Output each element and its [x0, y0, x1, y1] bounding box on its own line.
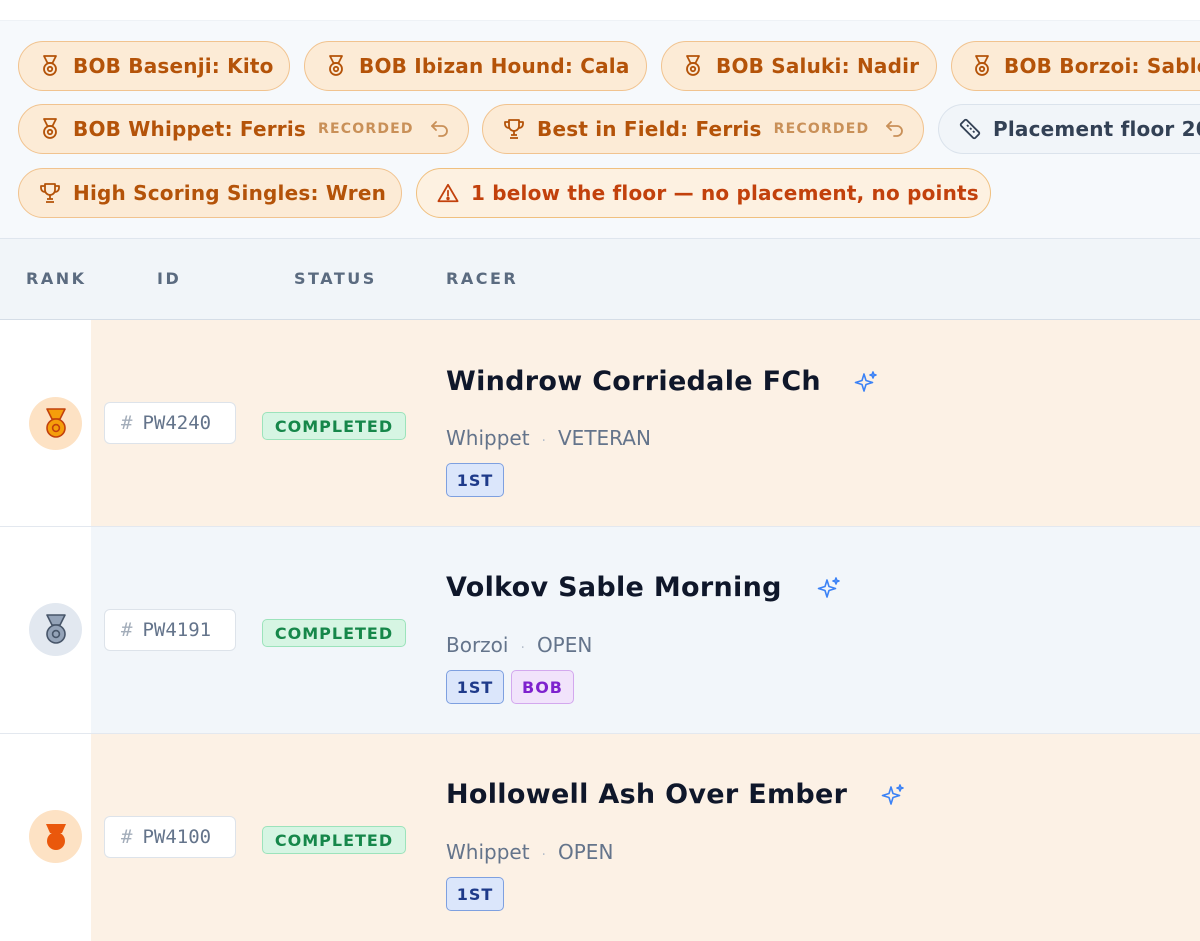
- placement-tag: 1ST: [446, 670, 504, 704]
- medal-icon: [682, 55, 704, 77]
- bob-tag: BOB: [511, 670, 574, 704]
- award-chip-bob-basenji[interactable]: BOB Basenji: Kito: [18, 41, 290, 91]
- table-row[interactable]: # PW4240 COMPLETED Windrow Corriedale FCh…: [0, 320, 1200, 527]
- table-row[interactable]: # PW4191 COMPLETED Volkov Sable Morning B…: [0, 527, 1200, 734]
- racer-id-box[interactable]: # PW4100: [104, 816, 236, 858]
- sparkle-icon[interactable]: [853, 370, 879, 396]
- placement-tag: 1ST: [446, 877, 504, 911]
- chip-label: BOB Borzoi: Sable: [1004, 54, 1200, 78]
- racer-meta: Whippet · VETERAN: [446, 426, 651, 450]
- breed: Borzoi: [446, 633, 509, 657]
- chip-label: BOB Ibizan Hound: Cala: [359, 54, 630, 78]
- racer-name[interactable]: Volkov Sable Morning: [446, 572, 782, 603]
- awards-chip-panel: BOB Basenji: Kito BOB Ibizan Hound: Cala…: [0, 20, 1200, 238]
- medal-icon: [39, 55, 61, 77]
- award-chip-bob-saluki[interactable]: BOB Saluki: Nadir: [661, 41, 937, 91]
- top-strip: [0, 0, 1200, 20]
- racer-id: PW4191: [142, 619, 212, 641]
- warning-text: 1 below the floor — no placement, no poi…: [471, 181, 979, 205]
- column-header-rank[interactable]: RANK: [26, 269, 87, 288]
- racer-id: PW4240: [142, 412, 212, 434]
- status-badge: COMPLETED: [262, 826, 406, 854]
- recorded-status: RECORDED: [773, 121, 870, 137]
- hash-icon: #: [121, 619, 133, 641]
- recorded-status: RECORDED: [318, 121, 414, 137]
- warning-icon: [437, 182, 459, 204]
- award-chip-best-in-field[interactable]: Best in Field: Ferris RECORDED: [482, 104, 924, 154]
- row-body: [91, 320, 1200, 526]
- trophy-icon: [503, 118, 525, 140]
- racer-id-box[interactable]: # PW4191: [104, 609, 236, 651]
- status-badge: COMPLETED: [262, 619, 406, 647]
- column-header-id[interactable]: ID: [157, 269, 181, 288]
- below-floor-warning-chip: 1 below the floor — no placement, no poi…: [416, 168, 991, 218]
- racer-name[interactable]: Hollowell Ash Over Ember: [446, 779, 847, 810]
- award-chip-bob-borzoi[interactable]: BOB Borzoi: Sable: [951, 41, 1200, 91]
- chip-label: BOB Whippet: Ferris: [73, 117, 307, 141]
- class: OPEN: [536, 633, 593, 657]
- sparkle-icon[interactable]: [816, 576, 842, 602]
- column-header-status[interactable]: STATUS: [294, 269, 377, 288]
- separator-dot: ·: [541, 433, 546, 449]
- trophy-icon: [39, 182, 61, 204]
- racer-name[interactable]: Windrow Corriedale FCh: [446, 366, 821, 397]
- separator-dot: ·: [541, 847, 546, 863]
- breed: Whippet: [446, 426, 530, 450]
- table-header: RANK ID STATUS RACER: [0, 238, 1200, 320]
- medal-icon: [972, 55, 992, 77]
- chip-label: High Scoring Singles: Wren: [73, 181, 387, 205]
- row-body: [91, 734, 1200, 941]
- class: VETERAN: [558, 426, 651, 450]
- racer-id: PW4100: [142, 826, 212, 848]
- status-badge: COMPLETED: [262, 412, 406, 440]
- medal-icon: [39, 118, 61, 140]
- gold-medal-icon: [29, 397, 82, 450]
- placement-tag: 1ST: [446, 463, 504, 497]
- medal-icon: [325, 55, 347, 77]
- placement-floor-chip[interactable]: Placement floor 20: [938, 104, 1200, 154]
- chip-label: BOB Saluki: Nadir: [716, 54, 920, 78]
- sparkle-icon[interactable]: [880, 783, 906, 809]
- ruler-icon: [959, 118, 981, 140]
- award-chip-bob-whippet[interactable]: BOB Whippet: Ferris RECORDED: [18, 104, 469, 154]
- breed: Whippet: [446, 840, 530, 864]
- row-body: [91, 527, 1200, 733]
- column-header-racer[interactable]: RACER: [446, 269, 518, 288]
- silver-medal-icon: [29, 603, 82, 656]
- class: OPEN: [558, 840, 614, 864]
- hash-icon: #: [121, 412, 133, 434]
- hash-icon: #: [121, 826, 133, 848]
- separator-dot: ·: [520, 640, 525, 656]
- chip-label: Placement floor 20: [993, 117, 1200, 141]
- undo-icon[interactable]: [885, 120, 905, 138]
- racer-meta: Borzoi · OPEN: [446, 633, 592, 657]
- bronze-medal-icon: [29, 810, 82, 863]
- chip-label: Best in Field: Ferris: [537, 117, 762, 141]
- undo-icon[interactable]: [430, 120, 450, 138]
- award-chip-high-scoring-singles[interactable]: High Scoring Singles: Wren: [18, 168, 402, 218]
- chip-label: BOB Basenji: Kito: [73, 54, 274, 78]
- table-row[interactable]: # PW4100 COMPLETED Hollowell Ash Over Emb…: [0, 734, 1200, 941]
- racer-meta: Whippet · OPEN: [446, 840, 613, 864]
- racer-id-box[interactable]: # PW4240: [104, 402, 236, 444]
- award-chip-bob-ibizan[interactable]: BOB Ibizan Hound: Cala: [304, 41, 647, 91]
